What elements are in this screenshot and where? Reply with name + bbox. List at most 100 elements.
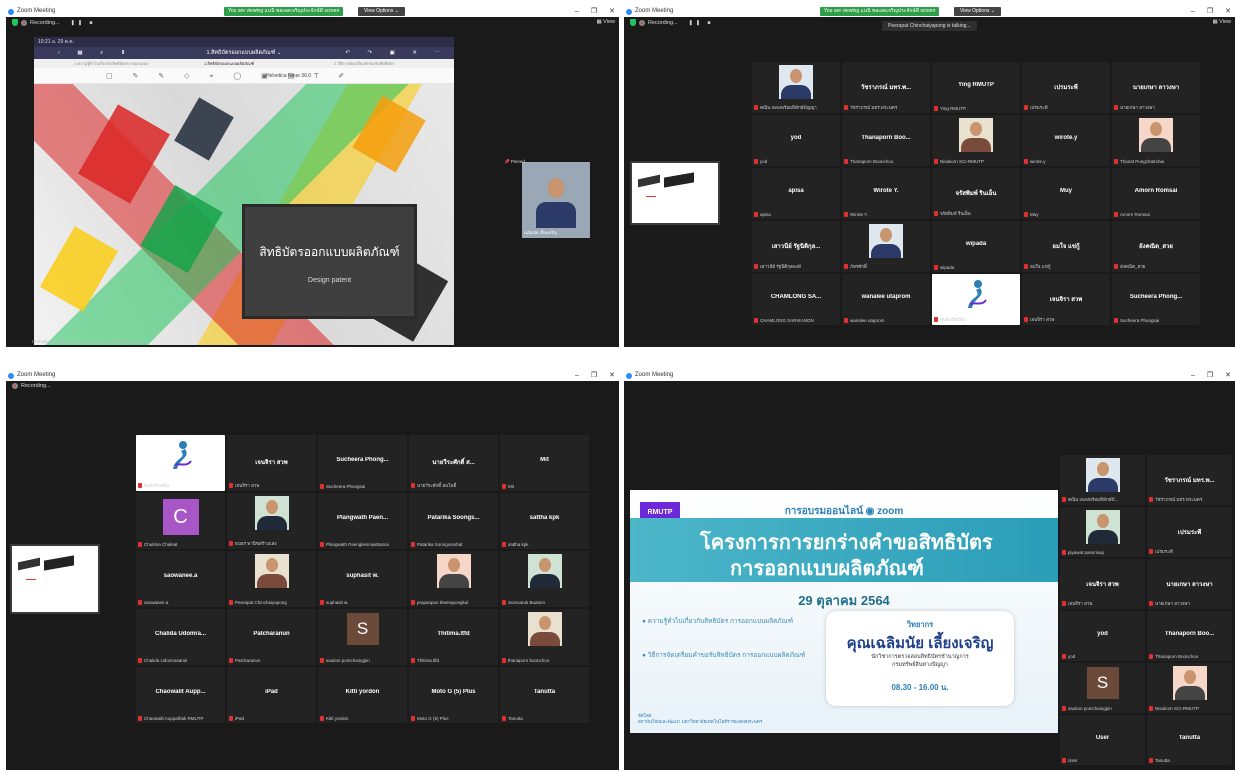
participant-tile[interactable]: Thanaporn Boo... Thanaporn Boonchoo: [842, 115, 930, 166]
ipad-tab-2[interactable]: 1.สิทธิบัตรออกแบบผลิตภัณฑ์: [204, 59, 254, 68]
participant-tile[interactable]: Nisakorn SCI-RMUTP: [1147, 663, 1232, 713]
share-thumbnail[interactable]: [630, 161, 720, 225]
ipad-tab-3[interactable]: 2.วิธีการจัดเตรียมคำขอรับสิทธิบัตร: [334, 59, 394, 68]
minimize-icon[interactable]: –: [575, 6, 579, 17]
participant-tile[interactable]: prapanpon theerapongkul: [409, 551, 498, 607]
participant-tile[interactable]: Mit Mit: [500, 435, 589, 491]
participant-tile[interactable]: Thanaporn Boo... Thanaporn Boonchoo: [1147, 611, 1232, 661]
participant-tile[interactable]: เจนจิรา สวพ เจนจิรา สวพ: [1022, 274, 1110, 325]
maximize-icon[interactable]: ❐: [1207, 6, 1213, 17]
maximize-icon[interactable]: ❐: [591, 370, 597, 381]
muted-mic-icon: [934, 317, 938, 322]
participant-tile[interactable]: Moto G (5) Plus Moto G (5) Plus: [409, 667, 498, 723]
participant-tile[interactable]: ศูนย์ทรัพย์สิน: [932, 274, 1020, 325]
participant-tile[interactable]: Nisakorn SCI-RMUTP: [932, 115, 1020, 166]
participant-photo: [959, 118, 993, 152]
participant-tile[interactable]: Somsaruk Buatom: [500, 551, 589, 607]
shield-icon[interactable]: [630, 19, 636, 26]
view-button[interactable]: ▦ View: [1212, 19, 1231, 25]
participant-tile[interactable]: piyawat pansrisup: [1060, 507, 1145, 557]
participant-tile[interactable]: Patarika Soongs... Patarika Soongsombat: [409, 493, 498, 549]
participant-tile[interactable]: wanalee utaprom wanalee utaprom: [842, 274, 930, 325]
shield-icon[interactable]: [12, 19, 18, 26]
participant-tile[interactable]: เจนจิรา สวพ เจนจิรา สวพ: [1060, 559, 1145, 609]
participant-tile[interactable]: User User: [1060, 715, 1145, 765]
participant-tile[interactable]: นายวีระศักดิ์ ส... นายวีระศักดิ์ สมโพธิ์: [409, 435, 498, 491]
recording-controls[interactable]: ❚❚ ■: [71, 20, 96, 26]
view-options-button[interactable]: View Options ⌄: [358, 7, 405, 16]
participant-tile[interactable]: Tanutta Tanutta: [1147, 715, 1232, 765]
participant-tile[interactable]: Chaowalit Aupp... Chaowalit Auppathak RMU…: [136, 667, 225, 723]
participant-tile[interactable]: wirote.y wirote.y: [1022, 115, 1110, 166]
participant-tile[interactable]: Muy Muy: [1022, 168, 1110, 219]
participant-tile[interactable]: เสาวนีย์ รัฐนิติกุล... เสาวนีย์ รัฐนิติกุ…: [752, 221, 840, 272]
close-icon[interactable]: ✕: [1225, 6, 1231, 17]
participant-tile[interactable]: Amorn Romsai Amorn Romsai: [1112, 168, 1200, 219]
maximize-icon[interactable]: ❐: [591, 6, 597, 17]
participant-tile[interactable]: นายเกษา ลาวงษา นายเกษา ลาวงษา: [1112, 62, 1200, 113]
event-time: 08.30 - 16.00 น.: [891, 683, 949, 692]
participant-tile[interactable]: เปรมระพี เปรมระพี: [1147, 507, 1232, 557]
participant-tile[interactable]: suphasit w. suphasit w.: [318, 551, 407, 607]
participant-label: Thanat Pungchatrchai: [1114, 159, 1198, 164]
participant-tile[interactable]: Plangwath Paen... Plangwath Paengkesmaiit…: [318, 493, 407, 549]
minimize-icon[interactable]: –: [575, 370, 579, 381]
view-options-button[interactable]: View Options ⌄: [954, 7, 1001, 16]
maximize-icon[interactable]: ❐: [1207, 370, 1213, 381]
participant-tile[interactable]: ภัทรศักดิ์: [842, 221, 930, 272]
participant-tile[interactable]: Thanat Pungchatrchai: [1112, 115, 1200, 166]
participant-tile[interactable]: Ying RMUTP Ying RMUTP: [932, 62, 1020, 113]
share-thumbnail[interactable]: [10, 544, 100, 614]
participant-tile[interactable]: C Chutima Chaleat: [136, 493, 225, 549]
participant-name: จรัสพิมพ์ รินเอ็น: [955, 191, 997, 198]
participant-tile[interactable]: thanaporn boonchoo: [500, 609, 589, 665]
recording-controls[interactable]: ❚❚ ■: [689, 20, 714, 26]
pinned-speaker-video[interactable]: เฉลิมนัย เลี้ยงเจริญ: [522, 162, 590, 238]
close-icon[interactable]: ✕: [609, 370, 615, 381]
minimize-icon[interactable]: –: [1191, 6, 1195, 17]
participant-tile[interactable]: เปรมระพี เปรมระพี: [1022, 62, 1110, 113]
participant-name: sattha kpk: [529, 515, 560, 522]
participant-name: เจนจิรา สวพ: [255, 460, 288, 467]
participant-tile[interactable]: apisa apisa: [752, 168, 840, 219]
participant-tile[interactable]: คณิน เพลงพร้อมพิทักษ์ปัญญา: [752, 62, 840, 113]
participant-tile[interactable]: yod yod: [1060, 611, 1145, 661]
participant-tile[interactable]: วัชราภรณ์ มทร.พ... วัชราภรณ์ มทร.พระนคร: [842, 62, 930, 113]
participant-tile[interactable]: เจนจิรา สวพ เจนจิรา สวพ: [227, 435, 316, 491]
participant-tile[interactable]: อังคณิต_สวย อังคณิต_สวย: [1112, 221, 1200, 272]
participant-tile[interactable]: อมใจ แข่กู้ อมใจ แข่กู้: [1022, 221, 1110, 272]
participant-tile[interactable]: Sucheera Phong... Sucheera Phongsai: [318, 435, 407, 491]
view-button[interactable]: ▦ View: [596, 19, 615, 25]
close-icon[interactable]: ✕: [609, 6, 615, 17]
participant-tile[interactable]: จรัสพิมพ์ รินเอ็น จรัสพิมพ์ รินเอ็น: [932, 168, 1020, 219]
close-icon[interactable]: ✕: [1225, 370, 1231, 381]
participant-tile[interactable]: Ssauiton pomchaingpin: [1060, 663, 1145, 713]
participant-tile[interactable]: CHAMLONG SA... CHAMLONG SARIKANON: [752, 274, 840, 325]
ipad-tab-1[interactable]: 1.ความรู้ทั่วไปเกี่ยวกับสิทธิบัตรการออกแ…: [74, 59, 149, 68]
participant-tile[interactable]: นายเกษา ลาวงษา นายเกษา ลาวงษา: [1147, 559, 1232, 609]
participant-tile[interactable]: คณิน เพลงพร้อมพิทักษ์ปั...: [1060, 455, 1145, 505]
participant-tile[interactable]: sattha kpk sattha kpk: [500, 493, 589, 549]
participant-tile[interactable]: Chalida Udomra... Chalida Udomrasaruk: [136, 609, 225, 665]
participant-tile[interactable]: wipada wipada: [932, 221, 1020, 272]
participant-tile[interactable]: Kitti yordon Kitti yordon: [318, 667, 407, 723]
slide-title-band: โครงการการยกร่างคำขอสิทธิบัตร การออกแบบผ…: [630, 518, 1058, 582]
participant-tile[interactable]: Peerapat Chinchaiyapong: [227, 551, 316, 607]
participant-tile[interactable]: Patcharanun Patcharanun: [227, 609, 316, 665]
participant-tile[interactable]: ธนธร พานิชสร้างแสง: [227, 493, 316, 549]
participant-tile[interactable]: วัชราภรณ์ มทร.พ... วัชราภรณ์ มทร.พระนคร: [1147, 455, 1232, 505]
participant-tile[interactable]: Sucheera Phong... Sucheera Phongsai: [1112, 274, 1200, 325]
ipad-nav-right-icons[interactable]: ↶ ↷ ▣ ✕ ⋯: [345, 47, 448, 59]
participant-tile[interactable]: Thitima.ltfd Thitima.ltfd: [409, 609, 498, 665]
font-selector[interactable]: Helvetica Neue 36.0: [266, 73, 311, 79]
drawing-tools-icons[interactable]: ▢ ✎ ✎ ◇ ⌖ ◯ ▣ ▤ T ✐: [106, 72, 353, 81]
participant-tile[interactable]: yod yod: [752, 115, 840, 166]
participant-tile[interactable]: Wirote Y. Wirote Y.: [842, 168, 930, 219]
participant-tile[interactable]: Tanutta Tanutta: [500, 667, 589, 723]
minimize-icon[interactable]: –: [1191, 370, 1195, 381]
participant-name: wanalee utaprom: [861, 294, 911, 301]
participant-tile[interactable]: iPad iPad: [227, 667, 316, 723]
participant-tile[interactable]: saowanee.a saowanee.a: [136, 551, 225, 607]
participant-tile[interactable]: Ssauiton pomchaingpin: [318, 609, 407, 665]
participant-tile[interactable]: ศูนย์ทรัพย์สิน: [136, 435, 225, 491]
